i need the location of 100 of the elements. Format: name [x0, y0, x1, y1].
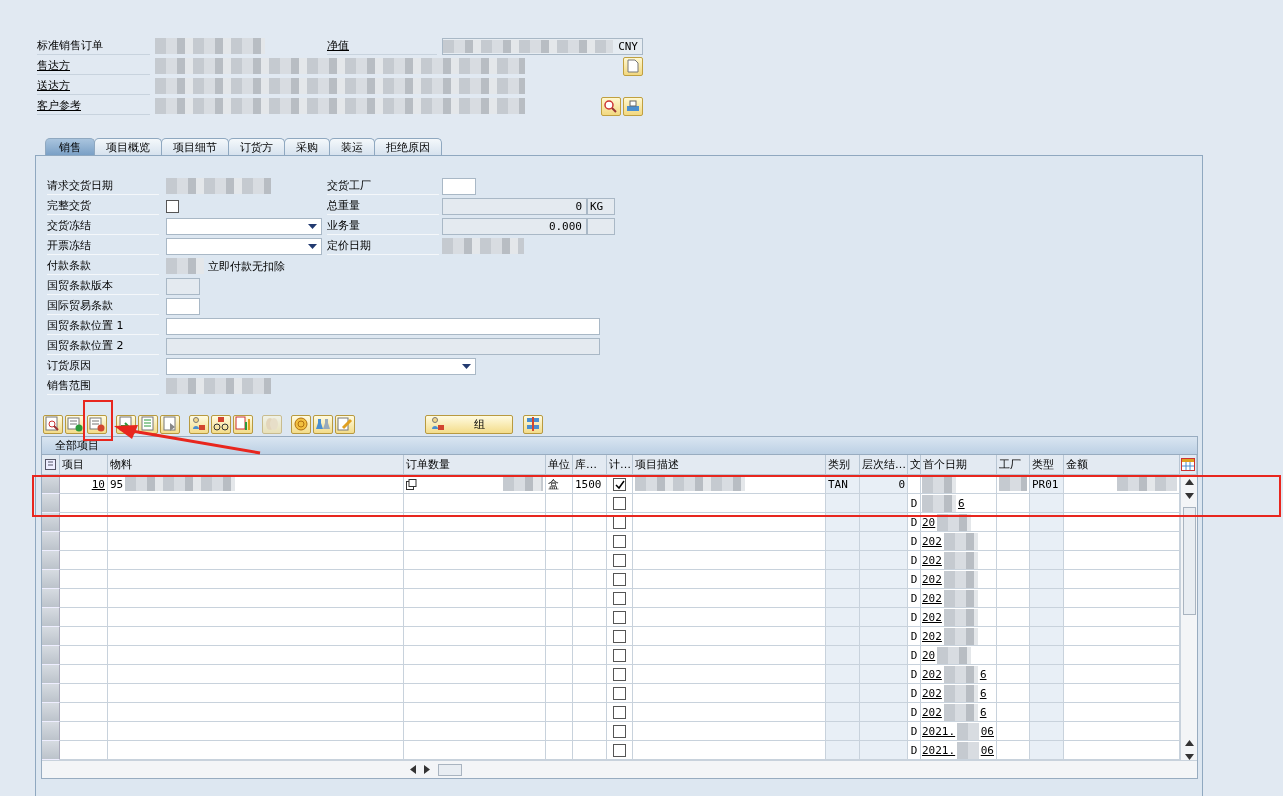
table-cell	[860, 627, 908, 646]
date-link[interactable]: 06	[980, 724, 994, 738]
date-link[interactable]: 202	[922, 686, 942, 700]
column-header[interactable]: 金额	[1064, 455, 1180, 474]
checkbox[interactable]	[613, 743, 626, 757]
input-field[interactable]	[166, 317, 600, 335]
column-header[interactable]: 物料	[108, 455, 404, 474]
field-label[interactable]: 净值	[327, 37, 437, 55]
checkbox[interactable]	[166, 199, 179, 213]
column-header[interactable]: 计…	[607, 455, 633, 474]
checkbox[interactable]	[613, 553, 626, 567]
column-header[interactable]: 层次结…	[860, 455, 908, 474]
date-link[interactable]: 202	[922, 610, 942, 624]
checkbox[interactable]	[613, 686, 626, 700]
item-link[interactable]: 10	[91, 477, 105, 491]
table-cell	[826, 551, 860, 570]
table-cell	[1030, 741, 1064, 760]
select-all-icon[interactable]	[45, 459, 56, 470]
date-link[interactable]: 6	[979, 686, 987, 700]
scroll-up-icon[interactable]	[1184, 479, 1194, 485]
column-header[interactable]: 文	[908, 455, 921, 474]
document-button[interactable]	[623, 56, 643, 76]
column-header[interactable]: 项目描述	[633, 455, 826, 474]
scroll-thumb[interactable]	[1182, 507, 1196, 615]
document-icon	[627, 59, 639, 73]
checkbox[interactable]	[613, 667, 626, 681]
date-link[interactable]: 2021.	[922, 743, 956, 757]
tab[interactable]: 销售	[45, 138, 95, 155]
column-header[interactable]: 首个日期	[921, 455, 997, 474]
column-header[interactable]: 项目	[60, 455, 108, 474]
vertical-scrollbar[interactable]	[1180, 475, 1197, 760]
tab[interactable]: 采购	[284, 138, 330, 155]
quantity-field: 0	[442, 197, 587, 215]
checkbox[interactable]	[613, 534, 626, 548]
field-label[interactable]: 送达方	[37, 77, 150, 95]
date-link[interactable]: 20	[922, 515, 936, 529]
field-label[interactable]: 客户参考	[37, 97, 150, 115]
table-cell: D	[908, 684, 921, 703]
table-cell	[546, 646, 573, 665]
scroll-down-icon[interactable]	[1184, 493, 1194, 499]
column-header[interactable]: 订单数量	[404, 455, 546, 474]
toolbar-button[interactable]	[43, 414, 63, 434]
checkbox[interactable]	[613, 648, 626, 662]
tab[interactable]: 拒绝原因	[374, 138, 442, 155]
checkbox[interactable]	[613, 572, 626, 586]
field-label[interactable]: 售达方	[37, 57, 150, 75]
table-cell	[860, 608, 908, 627]
scroll-left-icon[interactable]	[410, 765, 416, 774]
search-button[interactable]	[601, 96, 621, 116]
column-header[interactable]: 单位	[546, 455, 573, 474]
horizontal-scrollbar[interactable]	[42, 760, 1197, 778]
field-label: 国际贸易条款	[47, 297, 159, 315]
date-link[interactable]: 6	[979, 667, 987, 681]
redacted-area	[943, 684, 978, 702]
copy-icon[interactable]	[406, 478, 417, 490]
table-cell: 盒	[546, 475, 573, 494]
date-link[interactable]: 6	[958, 496, 965, 510]
input-field[interactable]	[442, 177, 476, 195]
search-icon	[604, 99, 618, 113]
table-cell: D	[908, 646, 921, 665]
date-link[interactable]: 2021.	[922, 724, 956, 738]
date-link[interactable]: 202	[922, 591, 942, 605]
date-link[interactable]: 202	[922, 553, 942, 567]
tab[interactable]: 项目细节	[161, 138, 229, 155]
checkbox[interactable]	[613, 591, 626, 605]
tab[interactable]: 订货方	[228, 138, 285, 155]
toolbar-button[interactable]	[211, 414, 231, 434]
date-link[interactable]: 202	[922, 667, 942, 681]
scroll-right-icon[interactable]	[424, 765, 430, 774]
date-link[interactable]: 202	[922, 705, 942, 719]
date-link[interactable]: 202	[922, 572, 942, 586]
date-link[interactable]: 06	[980, 743, 994, 757]
checkbox[interactable]	[613, 724, 626, 738]
date-link[interactable]: 20	[922, 648, 936, 662]
checkbox[interactable]	[613, 629, 626, 643]
checkbox[interactable]	[613, 610, 626, 624]
annotation-box	[83, 400, 113, 441]
column-header[interactable]: 类别	[826, 455, 860, 474]
group-button[interactable]: 组	[425, 414, 513, 434]
column-header[interactable]: 类型	[1030, 455, 1064, 474]
print-button[interactable]	[623, 96, 643, 116]
table-cell	[860, 741, 908, 760]
tab[interactable]: 项目概览	[94, 138, 162, 155]
field-label: 国贸条款位置 2	[47, 337, 159, 355]
column-header[interactable]: 库…	[573, 455, 607, 474]
scroll-up-icon[interactable]	[1184, 740, 1194, 746]
table-settings-icon[interactable]	[1181, 458, 1195, 471]
column-header[interactable]: 工厂	[997, 455, 1030, 474]
date-link[interactable]: 202	[922, 534, 942, 548]
scroll-thumb[interactable]	[438, 763, 462, 776]
checkbox[interactable]	[613, 496, 626, 510]
checkbox[interactable]	[613, 705, 626, 719]
table-cell	[860, 684, 908, 703]
table-cell	[546, 665, 573, 684]
checkbox[interactable]	[613, 477, 626, 491]
input-field[interactable]	[166, 297, 200, 315]
date-link[interactable]: 6	[979, 705, 987, 719]
date-link[interactable]: 202	[922, 629, 942, 643]
table-cell	[826, 494, 860, 513]
tab[interactable]: 装运	[329, 138, 375, 155]
